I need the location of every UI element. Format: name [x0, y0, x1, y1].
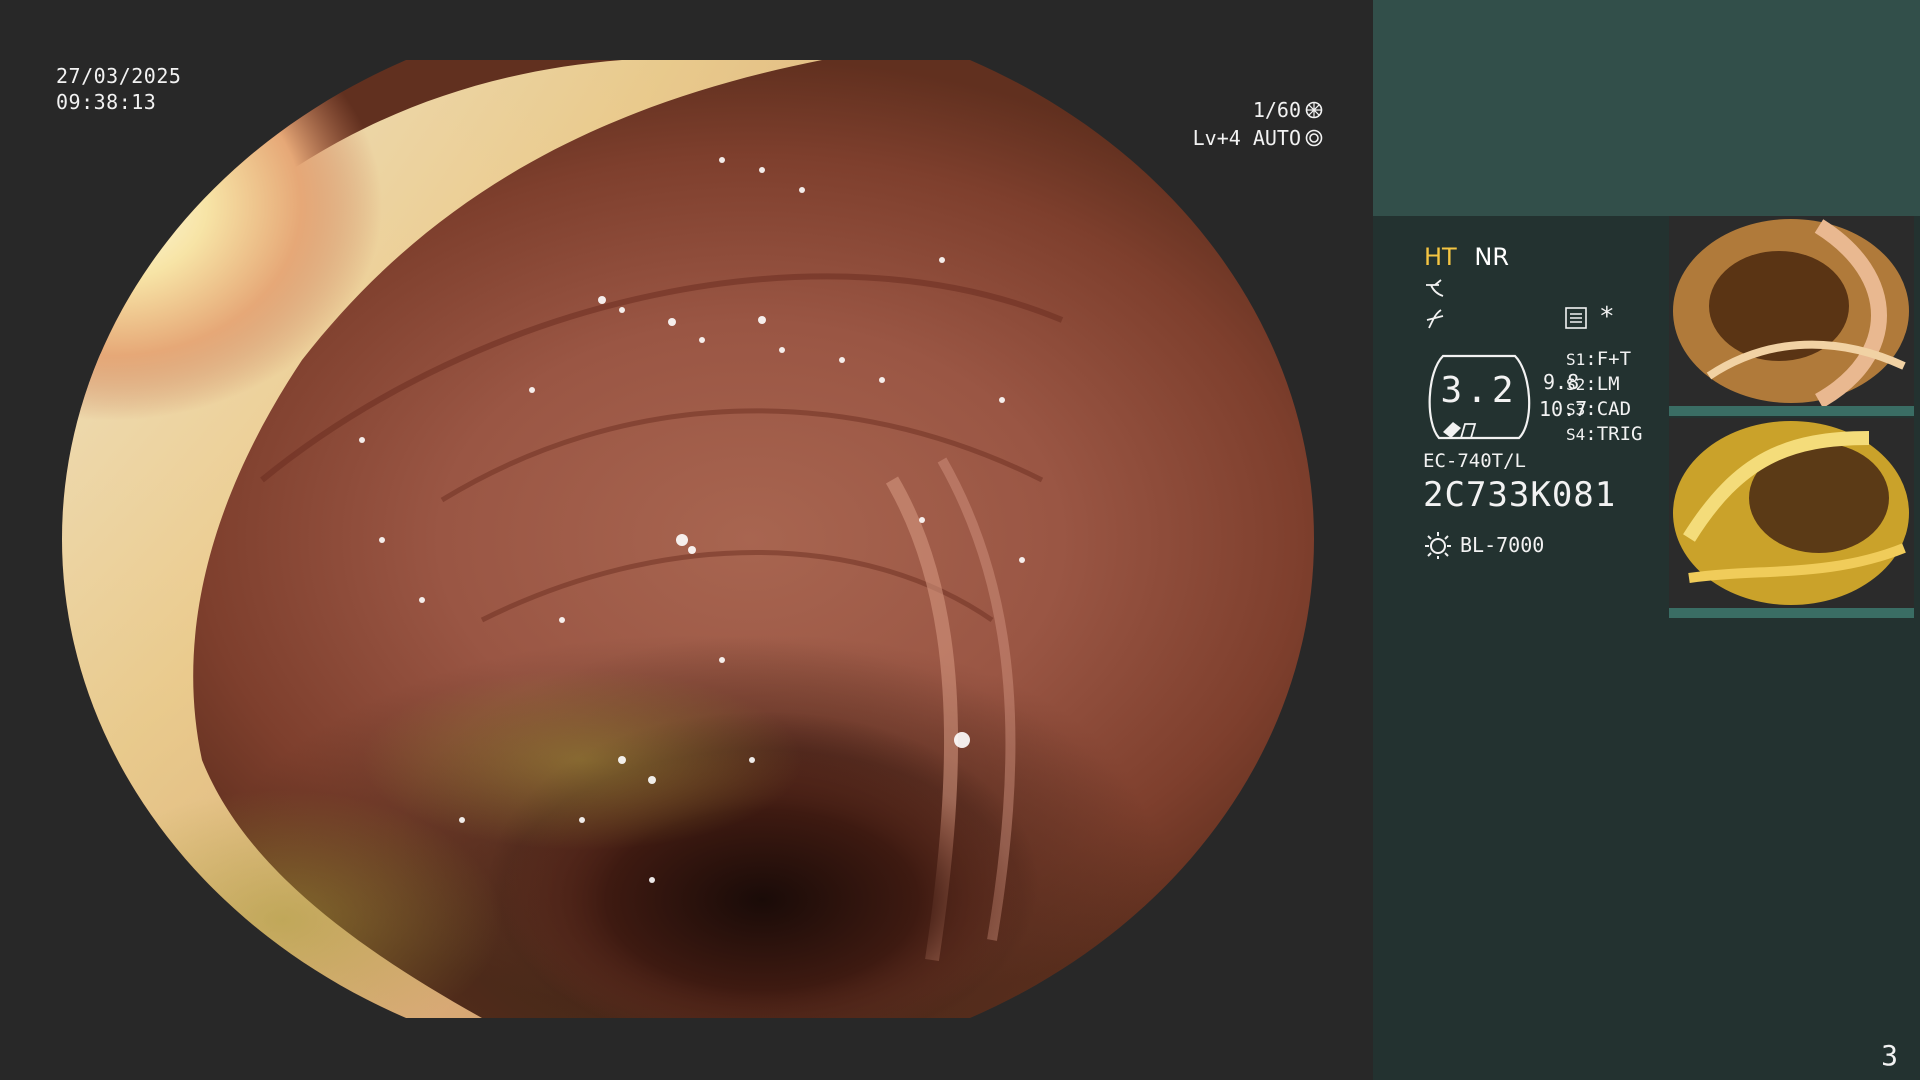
colon-lumen-illustration — [62, 60, 1064, 1018]
light-source-text: BL-7000 — [1460, 533, 1545, 557]
mode-ht-label: HT — [1424, 243, 1457, 271]
thumbnail-caption-bar — [1669, 406, 1914, 416]
switch-key: S4 — [1566, 425, 1586, 444]
info-panel: HT NR * 3.2 9.8 10.7 S1:F+T S2:LM S3:CAD… — [1373, 0, 1920, 1080]
endoscope-image — [62, 60, 1314, 1018]
switch-3-assignment: S3:CAD — [1566, 398, 1632, 420]
switch-key: S2 — [1566, 375, 1586, 394]
magnification-value: 3.2 — [1440, 370, 1518, 411]
capture-thumbnail[interactable] — [1669, 418, 1914, 608]
switch-1-assignment: S1:F+T — [1566, 348, 1632, 370]
thumbnail-image — [1669, 418, 1914, 608]
thumbnail-image — [1669, 216, 1914, 406]
scope-serial-text: 2C733K081 — [1423, 475, 1617, 515]
switch-4-assignment: S4:TRIG — [1566, 423, 1643, 445]
image-mode-indicator: HT NR — [1424, 243, 1509, 271]
menu-icon — [1565, 307, 1587, 329]
mode-nr-label: NR — [1474, 243, 1509, 271]
switch-value: LM — [1596, 373, 1620, 395]
time-text: 09:38:13 — [56, 90, 157, 114]
endoscope-view-panel: 27/03/2025 09:38:13 1/60 Lv+4 AUTO — [0, 0, 1373, 1080]
switch-value: CAD — [1596, 398, 1632, 420]
light-source-icon — [1425, 532, 1451, 559]
page-number: 3 — [1881, 1039, 1898, 1072]
info-panel-header-area — [1373, 0, 1920, 216]
shutter-text: 1/60 — [1252, 98, 1301, 122]
auto-iris-icon — [1305, 129, 1323, 147]
structure-enhance-icon — [1426, 279, 1444, 297]
color-enhance-icon — [1426, 309, 1444, 329]
level-readout: Lv+4 AUTO — [1193, 126, 1323, 150]
switch-value: TRIG — [1596, 423, 1643, 445]
thumbnail-caption-bar — [1669, 608, 1914, 618]
date-text: 27/03/2025 — [56, 64, 182, 88]
switch-key: S3 — [1566, 400, 1586, 419]
shutter-icon — [1305, 101, 1323, 119]
scope-model-text: EC-740T/L — [1423, 450, 1526, 472]
switch-2-assignment: S2:LM — [1566, 373, 1620, 395]
switch-value: F+T — [1596, 348, 1632, 370]
switch-key: S1 — [1566, 350, 1586, 369]
capture-thumbnail[interactable] — [1669, 216, 1914, 406]
shutter-readout: 1/60 — [1253, 98, 1323, 122]
datetime-overlay: 27/03/2025 09:38:13 — [56, 63, 181, 115]
asterisk-marker: * — [1599, 302, 1615, 332]
level-text: Lv+4 AUTO — [1192, 126, 1301, 150]
